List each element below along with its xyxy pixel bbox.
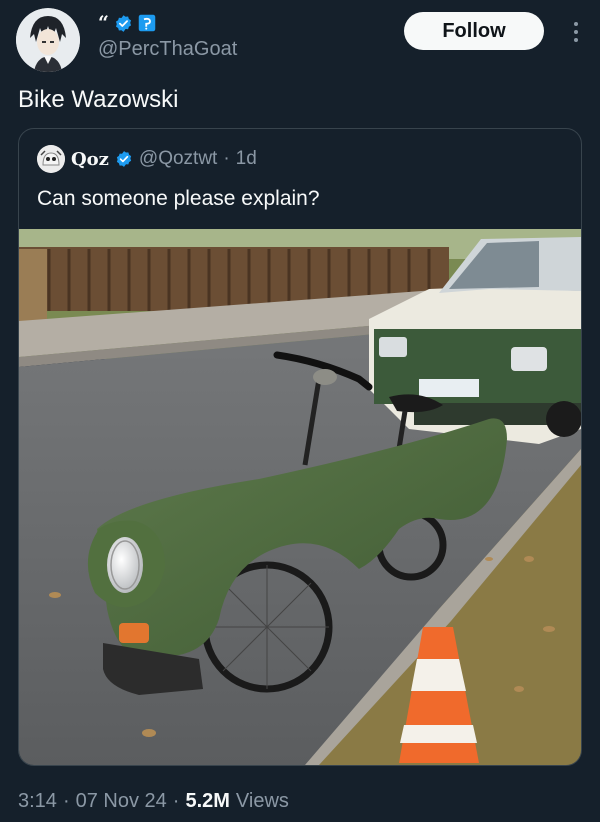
footer-separator: ·: [172, 790, 180, 812]
follow-button[interactable]: Follow: [404, 12, 544, 50]
car-front-bike-photo: [19, 229, 581, 765]
quoted-display-name[interactable]: Qoz: [71, 149, 109, 170]
footer-separator: ·: [62, 790, 70, 812]
avatar-illustration: [16, 8, 80, 72]
quoted-handle[interactable]: @Qoztwt: [139, 148, 217, 170]
quoted-post-text: Can someone please explain?: [37, 187, 320, 210]
quoted-post-age: 1d: [235, 148, 257, 169]
author-avatar[interactable]: [16, 8, 80, 72]
views-count[interactable]: 5.2M: [185, 790, 229, 813]
quoted-post-header: Qoz @Qoztwt · 1d: [37, 145, 257, 173]
views-label: Views: [235, 790, 289, 812]
author-handle[interactable]: @PercThaGoat: [98, 38, 237, 61]
profile-badges: “: [98, 12, 156, 34]
meta-separator: ·: [223, 148, 230, 169]
quoted-post-photo[interactable]: [19, 229, 581, 765]
post-time[interactable]: 3:14: [18, 790, 57, 813]
post-header: “ @PercThaGoat Follow: [16, 8, 584, 72]
verified-badge-icon[interactable]: [114, 14, 133, 33]
quote-badge: “: [98, 11, 109, 34]
quoted-post-card[interactable]: Qoz @Qoztwt · 1d Can someone please expl…: [18, 128, 582, 766]
quoted-verified-badge-icon: [115, 150, 133, 168]
quoted-author-avatar[interactable]: [37, 145, 65, 173]
post-text: Bike Wazowski: [18, 86, 179, 113]
post-date[interactable]: 07 Nov 24: [76, 790, 167, 813]
affiliate-badge-icon[interactable]: [138, 14, 156, 32]
post-footer: 3:14 · 07 Nov 24 · 5.2M Views: [18, 790, 289, 813]
more-options-icon[interactable]: [568, 18, 584, 46]
